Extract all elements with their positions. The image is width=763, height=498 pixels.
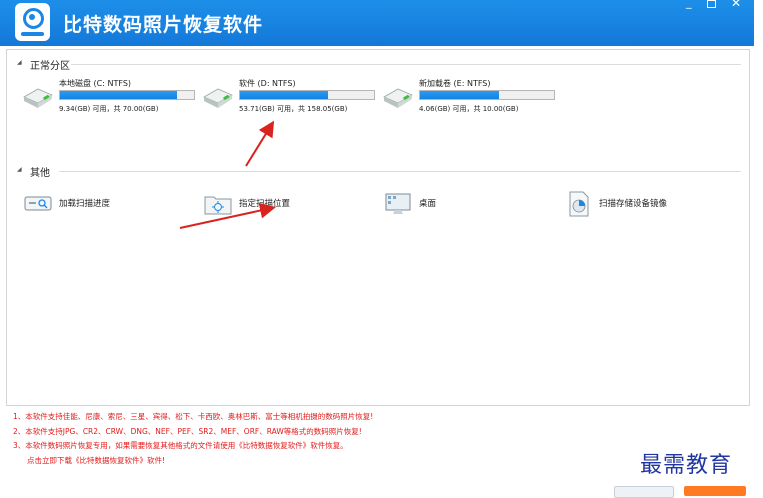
watermark: 最需教育: [640, 453, 733, 478]
note-line: 2、本软件支持JPG、CR2、CRW、DNG、NEF、PEF、SR2、MEF、O…: [13, 427, 362, 436]
annotation-arrow: [245, 120, 275, 167]
note-line: 1、本软件支持佳能、尼康、索尼、三星、宾得、松下、卡西欧、奥林巴斯、富士等相机拍…: [13, 412, 374, 421]
annotation-arrow: [179, 202, 276, 229]
note-line: 3、本软件数码照片恢复专用，如果需要恢复其他格式的文件请使用《比特数据恢复软件》…: [13, 441, 348, 450]
next-button[interactable]: [684, 486, 746, 496]
download-link[interactable]: 点击立即下载《比特数据恢复软件》软件!: [27, 455, 165, 466]
back-button[interactable]: [614, 486, 674, 498]
